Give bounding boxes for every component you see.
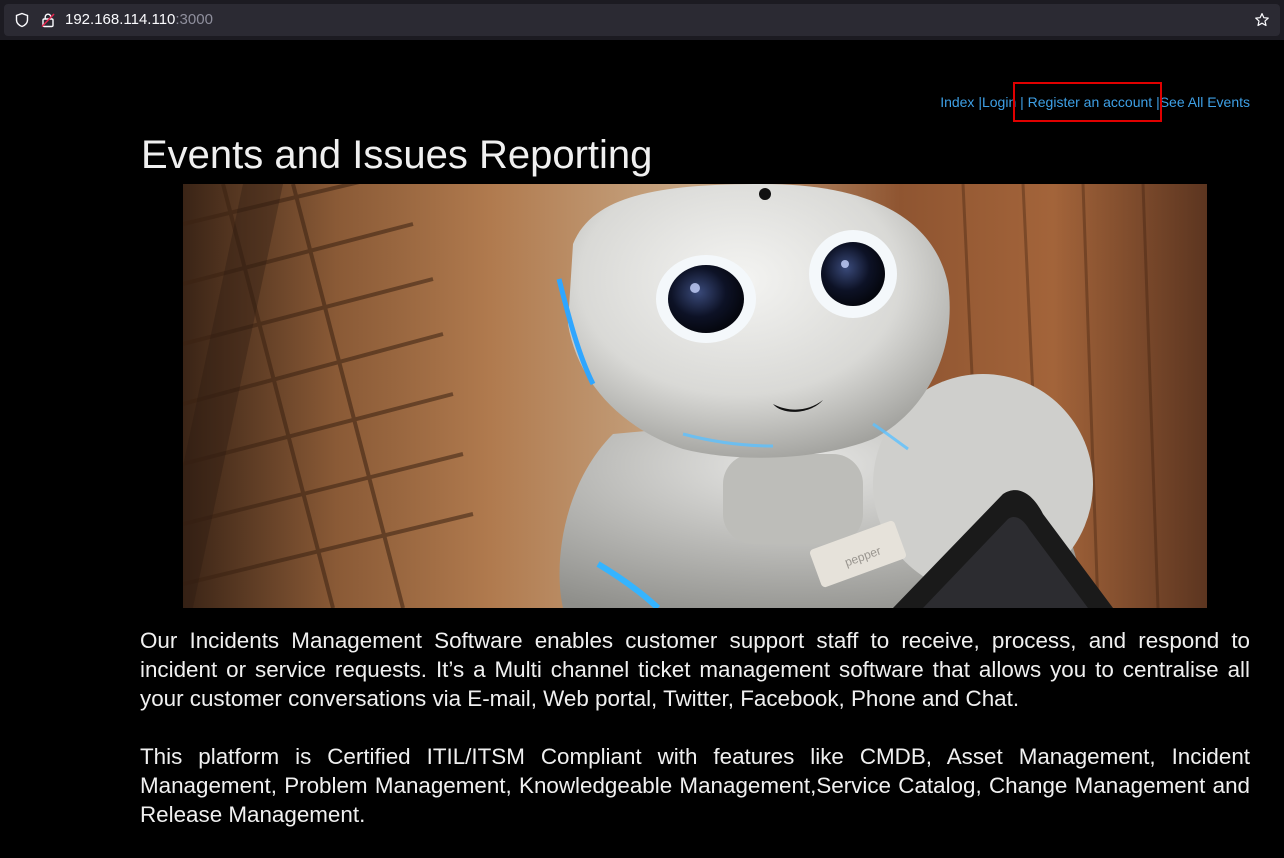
page-title: Events and Issues Reporting	[141, 133, 653, 177]
intro-paragraph: Our Incidents Management Software enable…	[140, 628, 1250, 711]
shield-icon[interactable]	[14, 12, 30, 28]
intro-content: Our Incidents Management Software enable…	[140, 626, 1250, 858]
hero-image: pepper	[183, 184, 1207, 608]
bookmark-star-icon[interactable]	[1254, 12, 1270, 28]
address-bar[interactable]: 192.168.114.110:3000	[4, 4, 1280, 36]
nav-login-link[interactable]: Login	[982, 94, 1016, 110]
nav-see-all-events-link[interactable]: See All Events	[1160, 94, 1250, 110]
robot-illustration: pepper	[183, 184, 1207, 608]
register-highlight-box	[1013, 82, 1162, 122]
url-host: 192.168.114.110	[65, 11, 176, 28]
insecure-lock-icon[interactable]	[40, 12, 56, 28]
browser-toolbar: 192.168.114.110:3000	[0, 0, 1284, 40]
nav-index-link[interactable]: Index	[940, 94, 974, 110]
url-port: :3000	[175, 11, 213, 28]
url-text[interactable]: 192.168.114.110:3000	[65, 11, 213, 29]
compliance-paragraph: This platform is Certified ITIL/ITSM Com…	[140, 744, 1250, 827]
